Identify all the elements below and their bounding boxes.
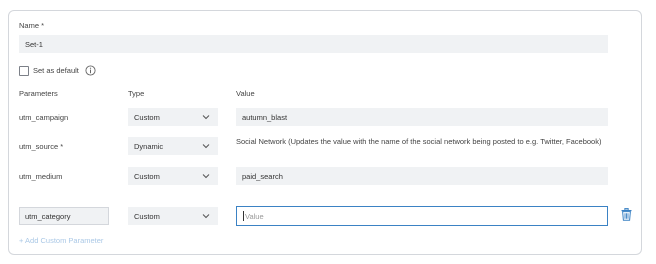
param-name-utm-medium: utm_medium bbox=[19, 172, 63, 181]
column-header-parameters: Parameters bbox=[19, 89, 58, 98]
value-placeholder: Value bbox=[245, 211, 264, 221]
type-select-value: Custom bbox=[134, 211, 160, 221]
chevron-down-icon bbox=[202, 174, 210, 179]
type-select-utm-medium[interactable]: Custom bbox=[128, 167, 218, 185]
column-header-type: Type bbox=[128, 89, 145, 98]
trash-icon[interactable] bbox=[621, 208, 632, 221]
value-input-utm-medium[interactable]: paid_search bbox=[236, 167, 608, 185]
type-select-utm-campaign[interactable]: Custom bbox=[128, 108, 218, 126]
name-input[interactable]: Set-1 bbox=[19, 35, 608, 53]
custom-param-value-input[interactable]: Value bbox=[236, 206, 608, 226]
type-select-value: Dynamic bbox=[134, 141, 164, 151]
type-select-value: Custom bbox=[134, 112, 160, 122]
add-custom-parameter-link[interactable]: + Add Custom Parameter bbox=[19, 236, 103, 245]
type-select-custom-param[interactable]: Custom bbox=[128, 207, 218, 225]
chevron-down-icon bbox=[202, 214, 210, 219]
type-select-value: Custom bbox=[134, 171, 160, 181]
dynamic-value-description: Social Network (Updates the value with t… bbox=[236, 137, 602, 146]
value-input-utm-campaign[interactable]: autumn_blast bbox=[236, 108, 608, 126]
name-input-value: Set-1 bbox=[25, 39, 43, 49]
column-header-value: Value bbox=[236, 89, 255, 98]
param-name-utm-campaign: utm_campaign bbox=[19, 113, 69, 122]
chevron-down-icon bbox=[202, 115, 210, 120]
value-input-text: paid_search bbox=[242, 171, 283, 181]
custom-param-name-text: utm_category bbox=[25, 211, 71, 221]
set-default-label: Set as default bbox=[33, 66, 79, 75]
chevron-down-icon bbox=[202, 144, 210, 149]
info-icon[interactable] bbox=[85, 65, 96, 76]
set-default-checkbox[interactable] bbox=[19, 66, 29, 76]
value-input-text: autumn_blast bbox=[242, 112, 288, 122]
text-caret bbox=[243, 211, 244, 221]
custom-param-name-input[interactable]: utm_category bbox=[19, 207, 109, 225]
type-select-utm-source[interactable]: Dynamic bbox=[128, 137, 218, 155]
name-label: Name * bbox=[19, 21, 45, 30]
param-name-utm-source: utm_source * bbox=[19, 142, 64, 151]
